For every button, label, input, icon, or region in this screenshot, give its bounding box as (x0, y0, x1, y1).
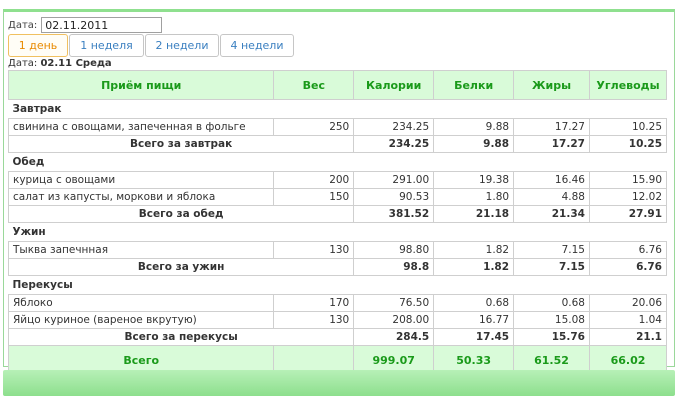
food-name: Яблоко (7, 294, 275, 312)
date-label: Дата: (8, 19, 38, 31)
subtotal-calories: 381.52 (353, 205, 435, 223)
subtotal-fat: 7.15 (513, 258, 590, 276)
meal-group-name: Перекусы (8, 275, 667, 295)
subtotal-row: Всего за обед 381.52 21.18 21.34 27.91 (7, 205, 668, 223)
food-protein: 16.77 (433, 311, 515, 329)
food-weight: 250 (273, 118, 355, 136)
subtotal-fat: 17.27 (513, 135, 590, 153)
subtotal-carbs: 6.76 (588, 258, 668, 276)
food-weight: 150 (273, 188, 355, 206)
table-row: салат из капусты, моркови и яблока 150 9… (7, 188, 668, 206)
food-carbs: 1.04 (588, 311, 668, 329)
meal-group-name: Завтрак (8, 99, 667, 119)
meal-group-row: Завтрак (8, 99, 667, 119)
table-row: Тыква запечнная 130 98.80 1.82 7.15 6.76 (7, 241, 668, 259)
food-name: Тыква запечнная (7, 241, 275, 259)
food-carbs: 6.76 (588, 241, 668, 259)
col-fat: Жиры (513, 70, 590, 100)
food-fat: 7.15 (513, 241, 590, 259)
subtotal-protein: 9.88 (433, 135, 515, 153)
subtotal-calories: 234.25 (353, 135, 435, 153)
food-name: Яйцо куриное (вареное вкрутую) (7, 311, 275, 329)
food-protein: 19.38 (433, 171, 515, 189)
subtotal-row: Всего за перекусы 284.5 17.45 15.76 21.1 (7, 328, 668, 346)
subtotal-row: Всего за ужин 98.8 1.82 7.15 6.76 (7, 258, 668, 276)
col-protein: Белки (433, 70, 515, 100)
food-fat: 17.27 (513, 118, 590, 136)
col-calories: Калории (353, 70, 435, 100)
col-meal: Приём пищи (7, 70, 275, 100)
meal-group-row: Перекусы (8, 275, 667, 295)
food-calories: 208.00 (353, 311, 435, 329)
subtotal-fat: 15.76 (513, 328, 590, 346)
food-carbs: 20.06 (588, 294, 668, 312)
subtotal-label: Всего за обед (7, 205, 355, 223)
food-calories: 90.53 (353, 188, 435, 206)
tab-2-weeks[interactable]: 2 недели (145, 34, 219, 57)
food-name: курица с овощами (7, 171, 275, 189)
date-row: Дата: (8, 16, 163, 34)
food-weight: 200 (273, 171, 355, 189)
subtotal-label: Всего за ужин (7, 258, 355, 276)
food-fat: 15.08 (513, 311, 590, 329)
food-calories: 76.50 (353, 294, 435, 312)
food-protein: 1.82 (433, 241, 515, 259)
col-weight: Вес (273, 70, 355, 100)
table-row: курица с овощами 200 291.00 19.38 16.46 … (7, 171, 668, 189)
subtotal-calories: 98.8 (353, 258, 435, 276)
subtotal-label: Всего за перекусы (7, 328, 355, 346)
food-protein: 9.88 (433, 118, 515, 136)
food-calories: 98.80 (353, 241, 435, 259)
meal-group-name: Ужин (8, 222, 667, 242)
period-tabs: 1 день 1 неделя 2 недели 4 недели (8, 34, 295, 57)
food-weight: 130 (273, 241, 355, 259)
table-row: Яйцо куриное (вареное вкрутую) 130 208.0… (7, 311, 668, 329)
tab-4-weeks[interactable]: 4 недели (220, 34, 294, 57)
food-protein: 1.80 (433, 188, 515, 206)
food-fat: 4.88 (513, 188, 590, 206)
food-fat: 16.46 (513, 171, 590, 189)
subtotal-protein: 1.82 (433, 258, 515, 276)
footer-bar (3, 370, 675, 396)
food-fat: 0.68 (513, 294, 590, 312)
table-header: Приём пищи Вес Калории Белки Жиры Углево… (7, 70, 668, 100)
day-title: Дата: 02.11 Среда (8, 58, 112, 69)
food-carbs: 12.02 (588, 188, 668, 206)
day-title-label: Дата: (8, 58, 38, 69)
subtotal-calories: 284.5 (353, 328, 435, 346)
food-name: свинина с овощами, запеченная в фольге (7, 118, 275, 136)
food-name: салат из капусты, моркови и яблока (7, 188, 275, 206)
meal-group-row: Обед (8, 152, 667, 172)
nutrition-table: Приём пищи Вес Калории Белки Жиры Углево… (7, 70, 668, 375)
day-title-value: 02.11 Среда (40, 58, 112, 69)
meal-group-row: Ужин (8, 222, 667, 242)
food-weight: 170 (273, 294, 355, 312)
date-input[interactable] (41, 17, 163, 33)
subtotal-carbs: 27.91 (588, 205, 668, 223)
tab-1-week[interactable]: 1 неделя (69, 34, 144, 57)
subtotal-fat: 21.34 (513, 205, 590, 223)
food-carbs: 10.25 (588, 118, 668, 136)
tab-1-day[interactable]: 1 день (8, 34, 68, 57)
table-row: Яблоко 170 76.50 0.68 0.68 20.06 (7, 294, 668, 312)
food-weight: 130 (273, 311, 355, 329)
col-carbs: Углеводы (588, 70, 668, 100)
food-protein: 0.68 (433, 294, 515, 312)
food-calories: 291.00 (353, 171, 435, 189)
meal-group-name: Обед (8, 152, 667, 172)
table-row: свинина с овощами, запеченная в фольге 2… (7, 118, 668, 136)
subtotal-protein: 21.18 (433, 205, 515, 223)
subtotal-protein: 17.45 (433, 328, 515, 346)
food-calories: 234.25 (353, 118, 435, 136)
subtotal-label: Всего за завтрак (7, 135, 355, 153)
subtotal-carbs: 21.1 (588, 328, 668, 346)
subtotal-row: Всего за завтрак 234.25 9.88 17.27 10.25 (7, 135, 668, 153)
subtotal-carbs: 10.25 (588, 135, 668, 153)
food-carbs: 15.90 (588, 171, 668, 189)
